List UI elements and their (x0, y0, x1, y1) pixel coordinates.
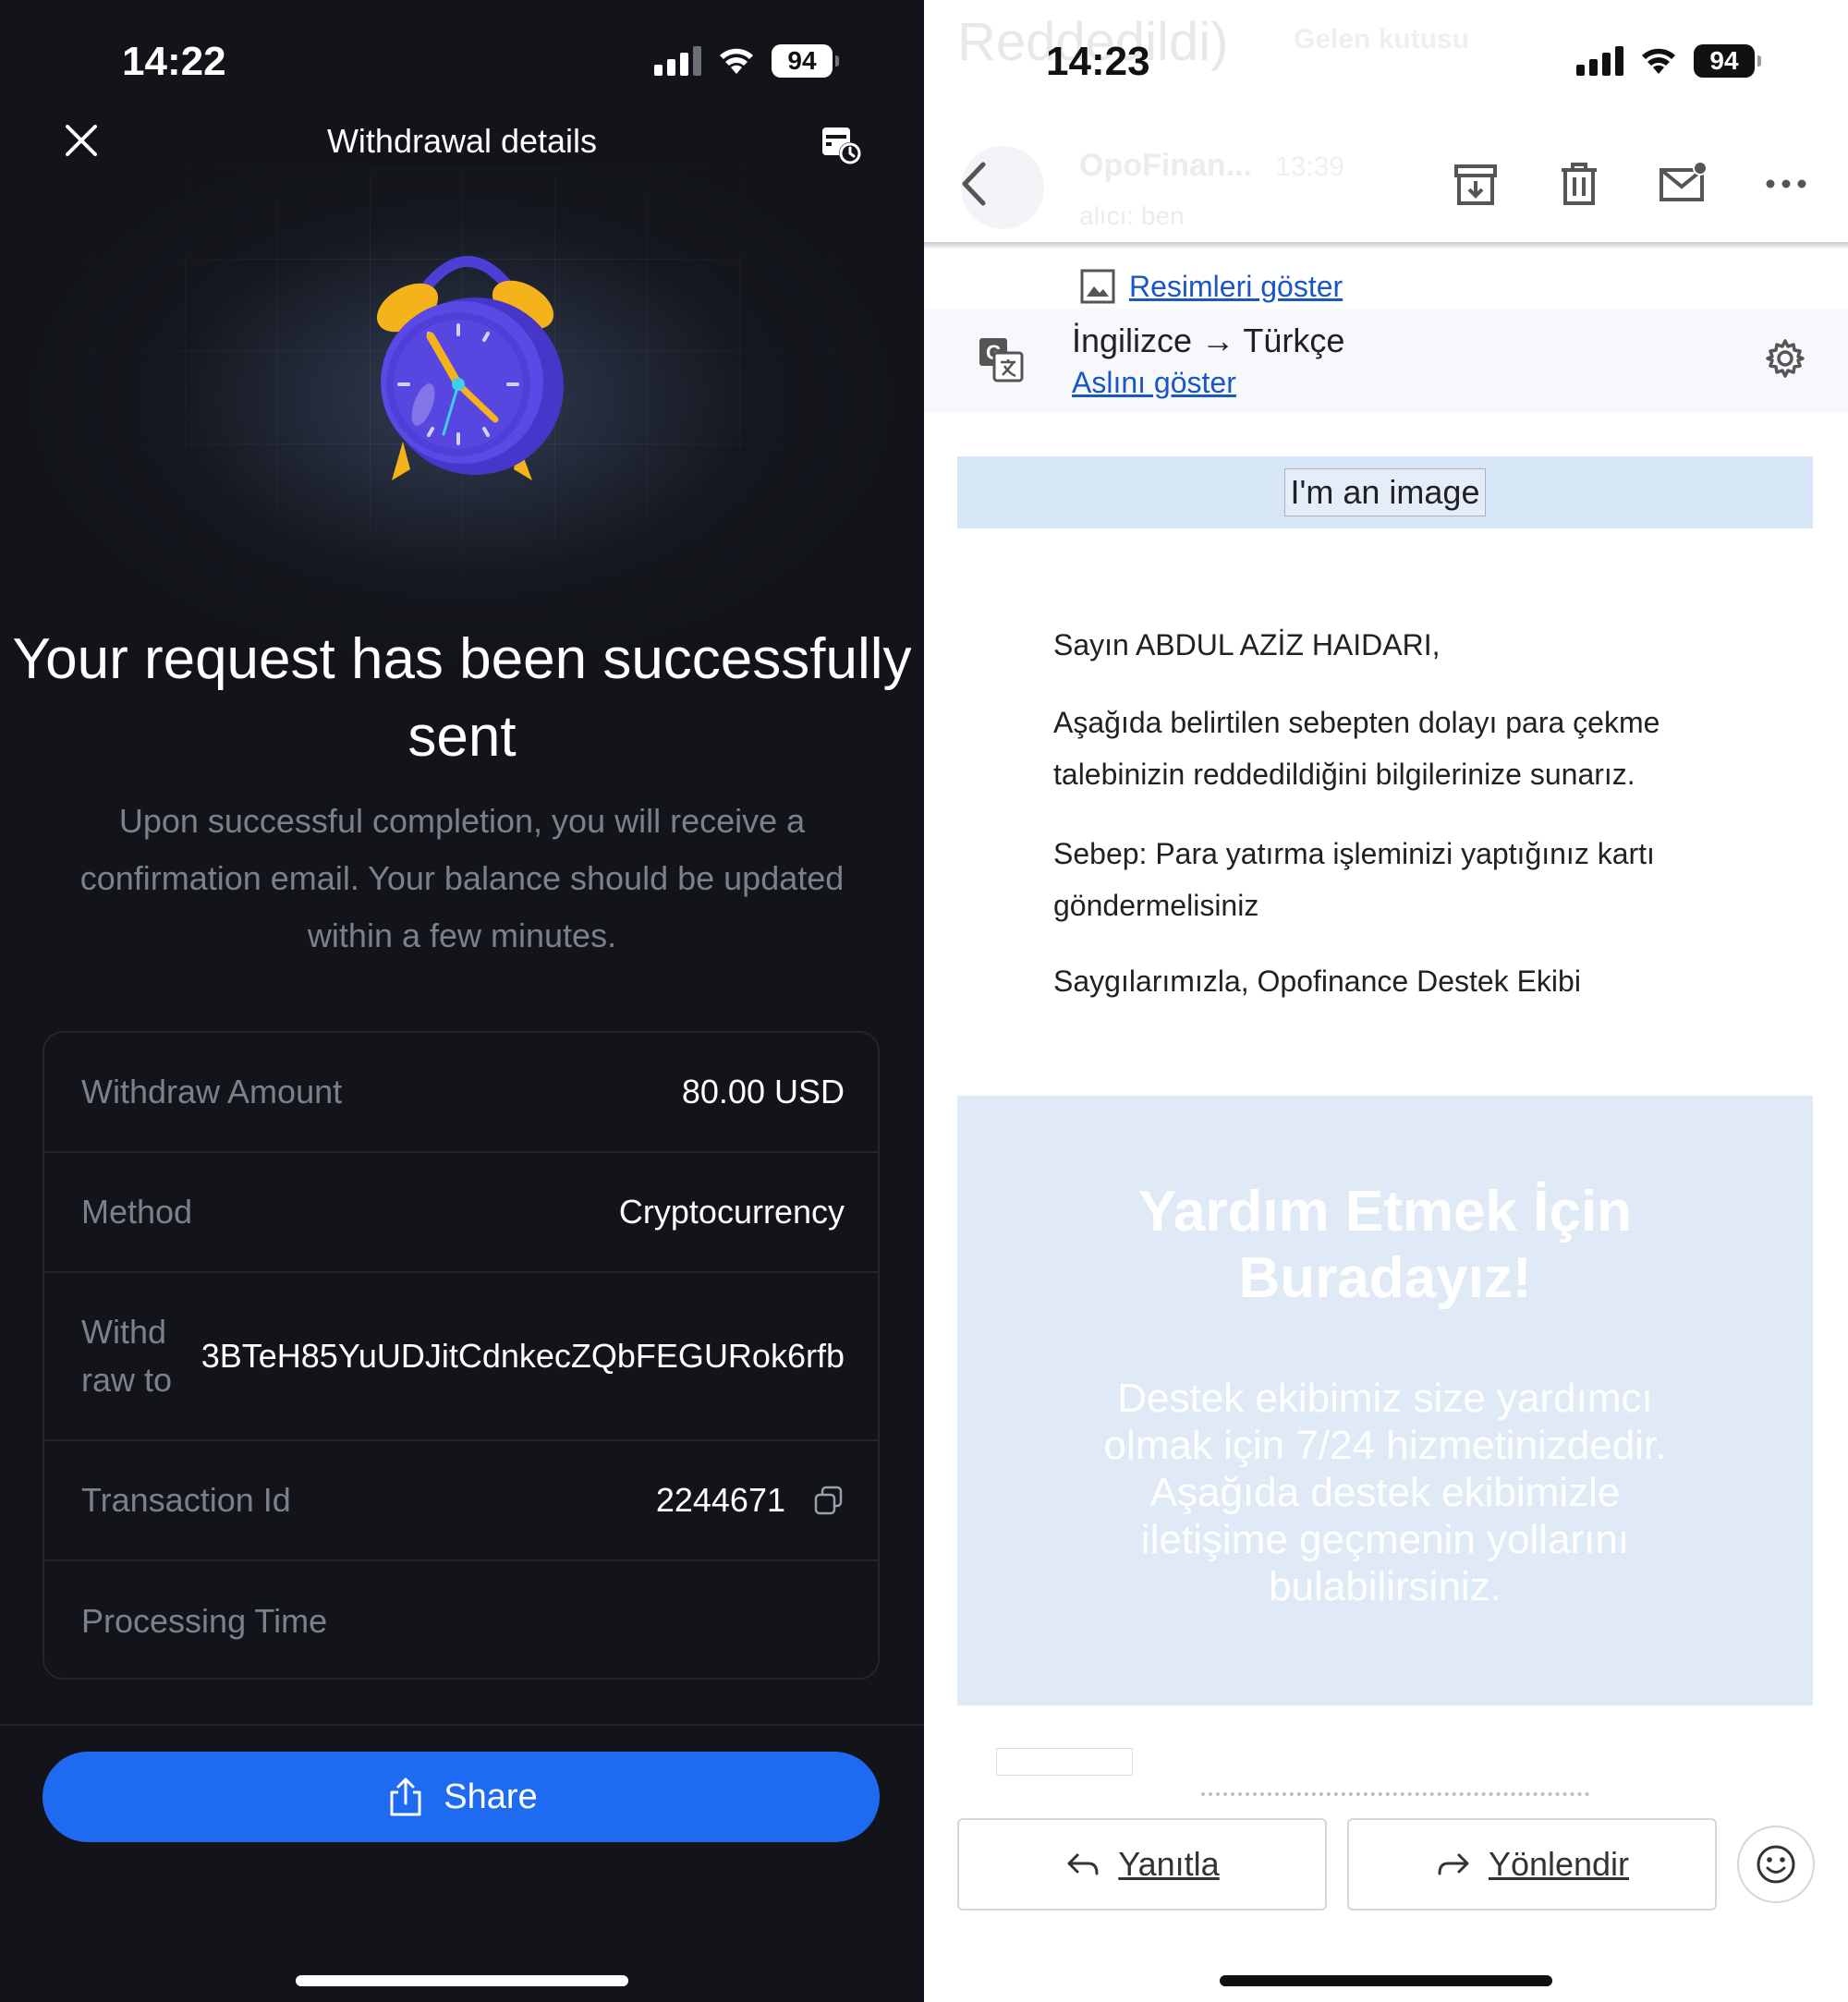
battery-level: 94 (772, 44, 833, 78)
help-banner: Yardım Etmek İçin Buradayız! Destek ekib… (957, 1096, 1813, 1705)
smiley-icon (1757, 1845, 1795, 1884)
share-icon (390, 1778, 421, 1816)
show-images-link[interactable]: Resimleri göster (1079, 268, 1343, 305)
page-title: Withdrawal details (326, 122, 598, 160)
email-paragraph: Aşağıda belirtilen sebepten dolayı para … (1053, 706, 1660, 791)
method-label: Method (81, 1193, 193, 1231)
address-label: Withd raw to (81, 1313, 173, 1399)
transaction-value: 2244671 (655, 1481, 785, 1519)
detail-row-method: Method Cryptocurrency (44, 1153, 878, 1273)
email-screen: Reddedildi) Gelen kutusu OpoFinan... 13:… (924, 0, 1848, 2002)
show-images-label: Resimleri göster (1129, 269, 1343, 303)
success-headline: Your request has been successfully sent (12, 627, 912, 769)
forward-label: Yönlendir (1488, 1845, 1630, 1883)
status-time: 14:23 (1046, 39, 1150, 84)
detail-row-address: Withd raw to 3BTeH85YuUDJitCdnkecZQbFEGU… (44, 1273, 878, 1441)
back-icon[interactable] (952, 159, 1002, 209)
withdrawal-screen: 14:22 94 Withdrawal details Your request… (0, 0, 924, 2002)
mark-unread-icon[interactable] (1658, 159, 1708, 209)
withdrawal-details-card: Withdraw Amount 80.00 USD Method Cryptoc… (43, 1031, 880, 1680)
method-value: Cryptocurrency (618, 1193, 845, 1231)
share-button[interactable]: Share (43, 1752, 880, 1842)
detail-row-processing: Processing Time (44, 1561, 878, 1678)
emoji-reaction-button[interactable] (1737, 1826, 1815, 1903)
recipient-ghost: alıcı: ben (1079, 201, 1185, 230)
truncated-text (1201, 1792, 1589, 1796)
status-icons: 94 (1576, 44, 1761, 78)
reply-button[interactable]: Yanıtla (957, 1818, 1327, 1911)
help-text: Destek ekibimiz size yardımcı olmak için… (1103, 1376, 1667, 1609)
success-subtext: Upon successful completion, you will rec… (79, 802, 845, 954)
battery-icon: 94 (772, 44, 839, 78)
status-time: 14:22 (122, 39, 226, 84)
translation-languages: İngilizce → Türkçe (1072, 322, 1345, 359)
battery-icon: 94 (1694, 44, 1761, 78)
translate-icon: G (979, 338, 1024, 382)
image-icon (1080, 269, 1115, 304)
email-reason: Sebep: Para yatırma işleminizi yaptığını… (1053, 837, 1655, 922)
toolbar-shadow (924, 242, 1848, 249)
amount-value: 80.00 USD (681, 1073, 845, 1110)
home-indicator (296, 1975, 628, 1986)
status-icons: 94 (654, 44, 839, 78)
forward-icon (1438, 1853, 1469, 1875)
email-signature: Saygılarımızla, Opofinance Destek Ekibi (1053, 965, 1581, 998)
reply-label: Yanıtla (1118, 1845, 1220, 1883)
image-placeholder-small (996, 1748, 1133, 1776)
detail-row-transaction: Transaction Id 2244671 (44, 1441, 878, 1561)
processing-label: Processing Time (81, 1602, 328, 1640)
battery-level: 94 (1694, 44, 1755, 78)
forward-button[interactable]: Yönlendir (1347, 1818, 1717, 1911)
help-title: Yardım Etmek İçin Buradayız! (1137, 1180, 1633, 1310)
wifi-icon (720, 48, 753, 74)
address-value: 3BTeH85YuUDJitCdnkecZQbFEGURok6rfb (201, 1337, 845, 1375)
show-original-link[interactable]: Aslını göster (1072, 366, 1236, 400)
more-options-icon[interactable] (1761, 159, 1811, 209)
detail-row-amount: Withdraw Amount 80.00 USD (44, 1033, 878, 1153)
image-placeholder: I'm an image (957, 456, 1813, 528)
share-label: Share (444, 1777, 538, 1816)
signal-icon (654, 46, 701, 76)
copy-icon[interactable] (813, 1485, 845, 1516)
translation-bar (924, 309, 1848, 412)
sender-name-ghost: OpoFinan... (1079, 148, 1252, 183)
archive-icon[interactable] (1451, 159, 1501, 209)
transaction-label: Transaction Id (81, 1481, 291, 1519)
inbox-label-ghost: Gelen kutusu (1294, 24, 1470, 55)
amount-label: Withdraw Amount (81, 1073, 343, 1110)
email-time-ghost: 13:39 (1275, 152, 1345, 182)
reply-icon (1067, 1853, 1099, 1875)
gear-icon[interactable] (1765, 338, 1805, 379)
image-alt-text: I'm an image (1283, 468, 1487, 516)
footer-divider (0, 1724, 924, 1726)
email-greeting: Sayın ABDUL AZİZ HAIDARI, (1053, 628, 1441, 661)
trash-icon[interactable] (1554, 159, 1604, 209)
alarm-clock-icon (376, 256, 564, 480)
history-calendar-icon[interactable] (819, 122, 865, 168)
wifi-icon (1642, 48, 1675, 74)
home-indicator (1220, 1975, 1552, 1986)
signal-icon (1576, 46, 1623, 76)
